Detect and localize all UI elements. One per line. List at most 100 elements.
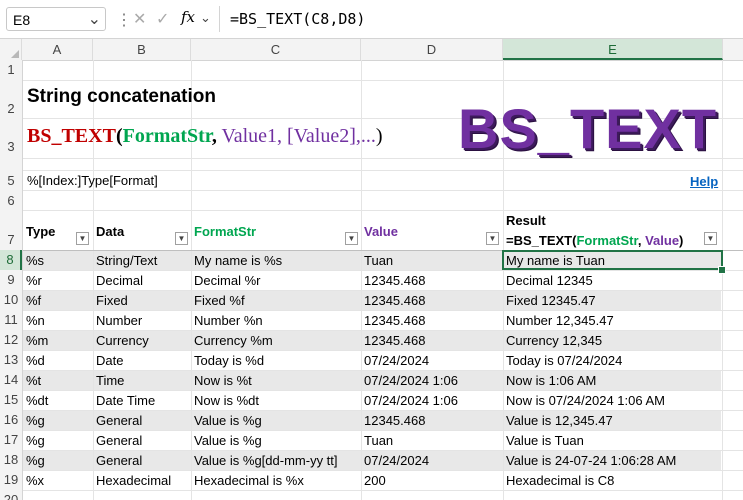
row-header-7[interactable]: 7 bbox=[0, 210, 22, 250]
cell-formatstr[interactable]: Value is %g[dd-mm-yy tt] bbox=[194, 453, 338, 468]
row-header-6[interactable]: 6 bbox=[0, 190, 22, 210]
cell-formatstr[interactable]: Value is %g bbox=[194, 433, 262, 448]
row-header-1[interactable]: 1 bbox=[0, 60, 22, 80]
row-header-19[interactable]: 19 bbox=[0, 470, 22, 490]
cell-type[interactable]: %n bbox=[26, 313, 45, 328]
cell-data[interactable]: Decimal bbox=[96, 273, 143, 288]
cell-value[interactable]: 07/24/2024 1:06 bbox=[364, 373, 458, 388]
cell-type[interactable]: %x bbox=[26, 473, 44, 488]
row-header-20[interactable]: 20 bbox=[0, 490, 22, 500]
cell-formatstr[interactable]: Now is %t bbox=[194, 373, 252, 388]
row-header-9[interactable]: 9 bbox=[0, 270, 22, 290]
select-all-button[interactable] bbox=[0, 39, 22, 60]
row-header-13[interactable]: 13 bbox=[0, 350, 22, 370]
cell-type[interactable]: %f bbox=[26, 293, 41, 308]
filter-dropdown-icon[interactable]: ▼ bbox=[175, 232, 188, 245]
formula-input[interactable]: =BS_TEXT(C8,D8) bbox=[230, 10, 365, 28]
cell-data[interactable]: Fixed bbox=[96, 293, 128, 308]
cell-type[interactable]: %d bbox=[26, 353, 45, 368]
cell-result[interactable]: Currency 12,345 bbox=[506, 333, 602, 348]
filter-dropdown-icon[interactable]: ▼ bbox=[345, 232, 358, 245]
cell-data[interactable]: Time bbox=[96, 373, 124, 388]
cell-value[interactable]: Tuan bbox=[364, 433, 393, 448]
column-header-b[interactable]: B bbox=[93, 39, 191, 60]
cell-formatstr[interactable]: Hexadecimal is %x bbox=[194, 473, 304, 488]
cell-result[interactable]: Value is 24-07-24 1:06:28 AM bbox=[506, 453, 676, 468]
check-icon[interactable]: ✓ bbox=[156, 9, 169, 29]
cell-data[interactable]: General bbox=[96, 413, 142, 428]
column-header-a[interactable]: A bbox=[22, 39, 93, 60]
cell-result[interactable]: Today is 07/24/2024 bbox=[506, 353, 622, 368]
cell-value[interactable]: 12345.468 bbox=[364, 293, 425, 308]
cell-data[interactable]: Date Time bbox=[96, 393, 155, 408]
cell-result[interactable]: Now is 1:06 AM bbox=[506, 373, 596, 388]
cell-value[interactable]: 12345.468 bbox=[364, 273, 425, 288]
cell-data[interactable]: Number bbox=[96, 313, 142, 328]
column-header-e[interactable]: E bbox=[503, 39, 723, 60]
cell-formatstr[interactable]: Currency %m bbox=[194, 333, 273, 348]
filter-dropdown-icon[interactable]: ▼ bbox=[486, 232, 499, 245]
cell-data[interactable]: String/Text bbox=[96, 253, 157, 268]
cell-data[interactable]: General bbox=[96, 453, 142, 468]
cell-value[interactable]: 12345.468 bbox=[364, 333, 425, 348]
row-header-10[interactable]: 10 bbox=[0, 290, 22, 310]
cell-value[interactable]: 07/24/2024 bbox=[364, 353, 429, 368]
row-header-12[interactable]: 12 bbox=[0, 330, 22, 350]
column-header-next[interactable] bbox=[723, 39, 743, 60]
cell-data[interactable]: Hexadecimal bbox=[96, 473, 171, 488]
cell-result[interactable]: Value is Tuan bbox=[506, 433, 584, 448]
cell-type[interactable]: %g bbox=[26, 413, 45, 428]
cell-formatstr[interactable]: Value is %g bbox=[194, 413, 262, 428]
cell-type[interactable]: %m bbox=[26, 333, 48, 348]
cell-formatstr[interactable]: Today is %d bbox=[194, 353, 264, 368]
row-header-17[interactable]: 17 bbox=[0, 430, 22, 450]
row-header-16[interactable]: 16 bbox=[0, 410, 22, 430]
cell-type[interactable]: %g bbox=[26, 433, 45, 448]
insert-function-icon[interactable]: fx bbox=[181, 8, 195, 26]
cell-value[interactable]: 07/24/2024 1:06 bbox=[364, 393, 458, 408]
row-header-2[interactable]: 2 bbox=[0, 80, 22, 118]
cell-type[interactable]: %t bbox=[26, 373, 41, 388]
chevron-down-icon[interactable]: ⌄ bbox=[200, 10, 211, 26]
cell-value[interactable]: 12345.468 bbox=[364, 413, 425, 428]
cell-result[interactable]: Number 12,345.47 bbox=[506, 313, 614, 328]
cell-value[interactable]: 12345.468 bbox=[364, 313, 425, 328]
row-header-3[interactable]: 3 bbox=[0, 118, 22, 158]
more-options-icon[interactable]: ⋮ bbox=[116, 10, 132, 30]
row-header-14[interactable]: 14 bbox=[0, 370, 22, 390]
name-box[interactable]: E8 ⌄ bbox=[6, 7, 106, 31]
cell-result[interactable]: Now is 07/24/2024 1:06 AM bbox=[506, 393, 665, 408]
cell-formatstr[interactable]: Fixed %f bbox=[194, 293, 245, 308]
column-header-c[interactable]: C bbox=[191, 39, 361, 60]
row-header-18[interactable]: 18 bbox=[0, 450, 22, 470]
cell-type[interactable]: %r bbox=[26, 273, 42, 288]
row-header-15[interactable]: 15 bbox=[0, 390, 22, 410]
cell-value[interactable]: Tuan bbox=[364, 253, 393, 268]
row-header-4[interactable] bbox=[0, 158, 22, 170]
fill-handle[interactable] bbox=[718, 266, 726, 274]
cell-formatstr[interactable]: Now is %dt bbox=[194, 393, 259, 408]
cell-result[interactable]: Decimal 12345 bbox=[506, 273, 593, 288]
cell-result[interactable]: Value is 12,345.47 bbox=[506, 413, 613, 428]
row-header-11[interactable]: 11 bbox=[0, 310, 22, 330]
cell-result[interactable]: Fixed 12345.47 bbox=[506, 293, 596, 308]
cell-type[interactable]: %s bbox=[26, 253, 44, 268]
cell-formatstr[interactable]: My name is %s bbox=[194, 253, 282, 268]
cell-data[interactable]: Date bbox=[96, 353, 123, 368]
filter-dropdown-icon[interactable]: ▼ bbox=[704, 232, 717, 245]
cell-type[interactable]: %dt bbox=[26, 393, 48, 408]
cancel-icon[interactable]: ✕ bbox=[133, 9, 146, 29]
row-header-8[interactable]: 8 bbox=[0, 250, 22, 270]
cell-value[interactable]: 200 bbox=[364, 473, 386, 488]
cell-data[interactable]: Currency bbox=[96, 333, 149, 348]
help-link[interactable]: Help bbox=[690, 174, 718, 189]
cell-formatstr[interactable]: Number %n bbox=[194, 313, 263, 328]
cell-value[interactable]: 07/24/2024 bbox=[364, 453, 429, 468]
filter-dropdown-icon[interactable]: ▼ bbox=[76, 232, 89, 245]
cell-formatstr[interactable]: Decimal %r bbox=[194, 273, 260, 288]
cell-data[interactable]: General bbox=[96, 433, 142, 448]
cell-result[interactable]: Hexadecimal is C8 bbox=[506, 473, 614, 488]
cell-type[interactable]: %g bbox=[26, 453, 45, 468]
row-header-5[interactable]: 5 bbox=[0, 170, 22, 190]
chevron-down-icon[interactable]: ⌄ bbox=[88, 9, 101, 29]
